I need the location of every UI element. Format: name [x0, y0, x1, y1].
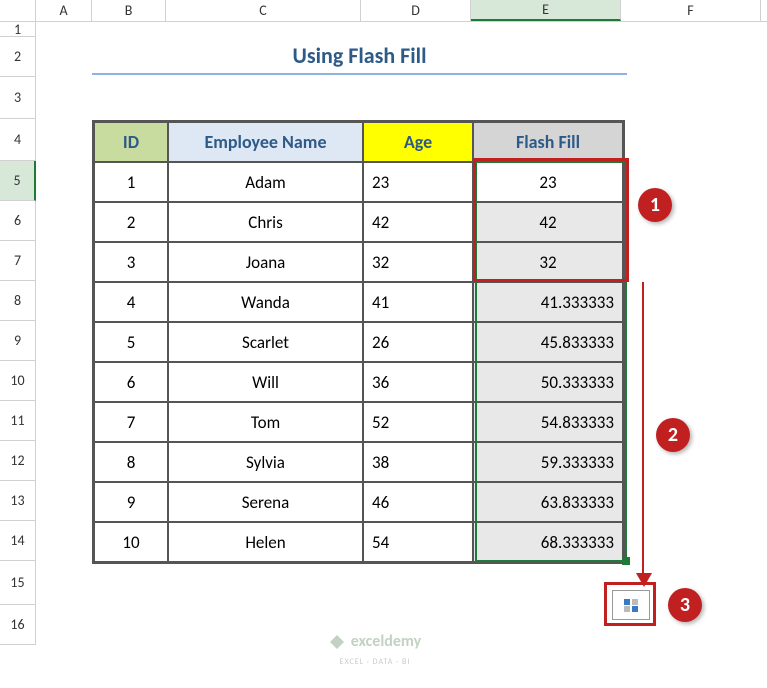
cell-name[interactable]: Scarlet	[168, 322, 363, 362]
cell-flashfill[interactable]: 50.333333	[473, 362, 623, 402]
cell-id[interactable]: 5	[94, 322, 168, 362]
cell-name[interactable]: Serena	[168, 482, 363, 522]
callout-badge-1: 1	[638, 188, 672, 222]
col-header-B[interactable]: B	[92, 0, 166, 21]
cell-age[interactable]: 52	[363, 402, 473, 442]
row-header-3[interactable]: 3	[0, 77, 36, 119]
table-row: 9 Serena 46 63.833333	[94, 482, 623, 522]
callout-badge-3: 3	[668, 588, 702, 622]
row-header-10[interactable]: 10	[0, 361, 36, 401]
row-header-7[interactable]: 7	[0, 241, 36, 281]
data-table: ID Employee Name Age Flash Fill 1 Adam 2…	[92, 120, 625, 564]
cell-id[interactable]: 9	[94, 482, 168, 522]
table-row: 8 Sylvia 38 59.333333	[94, 442, 623, 482]
column-headers: A B C D E F	[0, 0, 767, 22]
row-header-12[interactable]: 12	[0, 441, 36, 481]
cell-name[interactable]: Tom	[168, 402, 363, 442]
row-header-13[interactable]: 13	[0, 481, 36, 521]
cell-id[interactable]: 6	[94, 362, 168, 402]
cell-flashfill[interactable]: 42	[473, 202, 623, 242]
callout-badge-2: 2	[656, 418, 690, 452]
row-header-11[interactable]: 11	[0, 401, 36, 441]
header-id[interactable]: ID	[94, 122, 168, 162]
cell-name[interactable]: Chris	[168, 202, 363, 242]
cell-flashfill[interactable]: 68.333333	[473, 522, 623, 562]
row-header-15[interactable]: 15	[0, 561, 36, 605]
cell-age[interactable]: 26	[363, 322, 473, 362]
col-header-E[interactable]: E	[471, 0, 621, 21]
select-all-corner[interactable]	[0, 0, 36, 22]
col-header-C[interactable]: C	[166, 0, 361, 21]
table-row: 3 Joana 32 32	[94, 242, 623, 282]
sheet-title[interactable]: Using Flash Fill	[92, 37, 627, 75]
header-age[interactable]: Age	[363, 122, 473, 162]
row-header-9[interactable]: 9	[0, 321, 36, 361]
cell-name[interactable]: Joana	[168, 242, 363, 282]
row-header-8[interactable]: 8	[0, 281, 36, 321]
cell-age[interactable]: 32	[363, 242, 473, 282]
cell-age[interactable]: 54	[363, 522, 473, 562]
spreadsheet-view: A B C D E F 1 2 3 4 5 6 7 8 9 10 11 12 1…	[0, 0, 767, 688]
cell-age[interactable]: 42	[363, 202, 473, 242]
table-row: 4 Wanda 41 41.333333	[94, 282, 623, 322]
row-header-1[interactable]: 1	[0, 22, 36, 37]
logo-icon	[329, 634, 345, 650]
table-row: 1 Adam 23 23	[94, 162, 623, 202]
row-header-2[interactable]: 2	[0, 37, 36, 77]
cell-age[interactable]: 38	[363, 442, 473, 482]
cell-age[interactable]: 23	[363, 162, 473, 202]
row-header-14[interactable]: 14	[0, 521, 36, 561]
row-header-5[interactable]: 5	[0, 161, 36, 201]
row-headers: 1 2 3 4 5 6 7 8 9 10 11 12 13 14 15 16	[0, 22, 36, 645]
cell-id[interactable]: 2	[94, 202, 168, 242]
cell-age[interactable]: 36	[363, 362, 473, 402]
table-row: 2 Chris 42 42	[94, 202, 623, 242]
arrow-down-icon	[636, 573, 652, 587]
col-header-D[interactable]: D	[361, 0, 471, 21]
cell-flashfill[interactable]: 54.833333	[473, 402, 623, 442]
cell-flashfill[interactable]: 41.333333	[473, 282, 623, 322]
cell-flashfill[interactable]: 32	[473, 242, 623, 282]
cell-id[interactable]: 7	[94, 402, 168, 442]
header-name[interactable]: Employee Name	[168, 122, 363, 162]
watermark-sub: EXCEL · DATA · BI	[340, 657, 411, 667]
row-header-6[interactable]: 6	[0, 201, 36, 241]
cell-id[interactable]: 1	[94, 162, 168, 202]
cell-name[interactable]: Adam	[168, 162, 363, 202]
cell-name[interactable]: Sylvia	[168, 442, 363, 482]
cell-flashfill[interactable]: 59.333333	[473, 442, 623, 482]
watermark: exceldemy EXCEL · DATA · BI	[310, 632, 440, 667]
cell-flashfill[interactable]: 45.833333	[473, 322, 623, 362]
table-row: 6 Will 36 50.333333	[94, 362, 623, 402]
cell-age[interactable]: 41	[363, 282, 473, 322]
cell-flashfill[interactable]: 63.833333	[473, 482, 623, 522]
cell-id[interactable]: 8	[94, 442, 168, 482]
table-row: 10 Helen 54 68.333333	[94, 522, 623, 562]
col-header-A[interactable]: A	[36, 0, 92, 21]
cell-id[interactable]: 3	[94, 242, 168, 282]
table-header-row: ID Employee Name Age Flash Fill	[94, 122, 623, 162]
callout-arrow	[642, 282, 644, 576]
cell-name[interactable]: Wanda	[168, 282, 363, 322]
cell-age[interactable]: 46	[363, 482, 473, 522]
table-row: 7 Tom 52 54.833333	[94, 402, 623, 442]
row-header-4[interactable]: 4	[0, 119, 36, 161]
table-row: 5 Scarlet 26 45.833333	[94, 322, 623, 362]
header-flashfill[interactable]: Flash Fill	[473, 122, 623, 162]
cell-flashfill[interactable]: 23	[473, 162, 623, 202]
watermark-name: exceldemy	[351, 632, 421, 651]
cell-name[interactable]: Will	[168, 362, 363, 402]
cell-name[interactable]: Helen	[168, 522, 363, 562]
cell-id[interactable]: 10	[94, 522, 168, 562]
autofill-options-button[interactable]	[612, 590, 650, 620]
row-header-16[interactable]: 16	[0, 605, 36, 645]
cell-id[interactable]: 4	[94, 282, 168, 322]
col-header-F[interactable]: F	[621, 0, 761, 21]
